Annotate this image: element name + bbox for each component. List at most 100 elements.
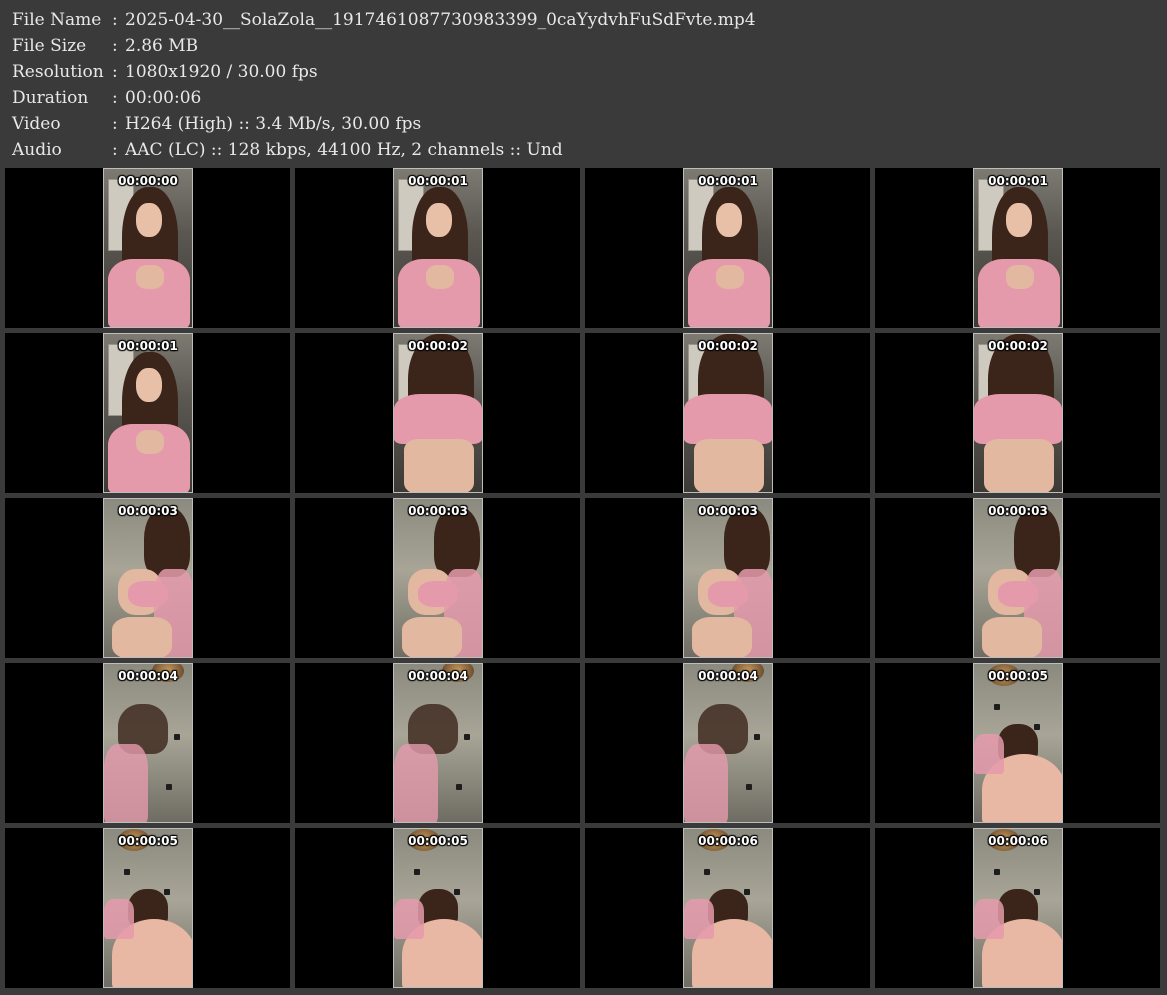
info-key: File Name: [12, 10, 102, 30]
skin-shape: [716, 265, 744, 289]
sleeve-shape: [684, 744, 728, 822]
video-frame-thumbnail: 00:00:04: [103, 663, 193, 823]
frame-timestamp: 00:00:03: [988, 504, 1048, 518]
wall-mark: [754, 734, 760, 740]
face-shape: [716, 203, 742, 237]
video-frame-thumbnail: 00:00:05: [103, 828, 193, 988]
media-info-header: File Name:2025-04-30__SolaZola__19174610…: [0, 0, 1167, 165]
face-shape: [1006, 203, 1032, 237]
video-frame-thumbnail: 00:00:06: [973, 828, 1063, 988]
thumbnail-cell[interactable]: 00:00:01: [585, 168, 870, 328]
thumbnail-cell[interactable]: 00:00:04: [585, 663, 870, 823]
frame-timestamp: 00:00:01: [408, 174, 468, 188]
thumbnail-cell[interactable]: 00:00:02: [585, 333, 870, 493]
thumbnail-cell[interactable]: 00:00:03: [5, 498, 290, 658]
thumbnail-cell[interactable]: 00:00:00: [5, 168, 290, 328]
wall-mark: [994, 704, 1000, 710]
skin-shape: [404, 439, 474, 492]
info-row-file-name: File Name:2025-04-30__SolaZola__19174610…: [12, 7, 756, 33]
video-frame-thumbnail: 00:00:03: [393, 498, 483, 658]
frame-timestamp: 00:00:01: [698, 174, 758, 188]
thumbnail-cell[interactable]: 00:00:01: [875, 168, 1160, 328]
skin-shape: [402, 617, 462, 657]
thumbnail-cell[interactable]: 00:00:04: [295, 663, 580, 823]
thumbnail-cell[interactable]: 00:00:03: [585, 498, 870, 658]
wall-mark: [454, 889, 460, 895]
video-frame-thumbnail: 00:00:01: [683, 168, 773, 328]
sleeve-shape: [394, 744, 438, 822]
skin-shape: [694, 439, 764, 492]
wall-mark: [414, 869, 420, 875]
video-frame-thumbnail: 00:00:01: [393, 168, 483, 328]
wall-mark: [994, 869, 1000, 875]
thumbnail-cell[interactable]: 00:00:03: [295, 498, 580, 658]
frame-timestamp: 00:00:04: [118, 669, 178, 683]
thumbnail-cell[interactable]: 00:00:05: [295, 828, 580, 988]
video-frame-thumbnail: 00:00:02: [683, 333, 773, 493]
frame-timestamp: 00:00:04: [408, 669, 468, 683]
video-frame-thumbnail: 00:00:06: [683, 828, 773, 988]
info-value: 2.86 MB: [125, 36, 199, 56]
info-value: 2025-04-30__SolaZola__191746108773098339…: [125, 10, 756, 30]
info-key: File Size: [12, 36, 87, 56]
info-separator: :: [112, 88, 118, 108]
frame-timestamp: 00:00:05: [118, 834, 178, 848]
thumbnail-cell[interactable]: 00:00:01: [295, 168, 580, 328]
skin-shape: [136, 265, 164, 289]
frame-timestamp: 00:00:01: [118, 339, 178, 353]
thumbnail-cell[interactable]: 00:00:03: [875, 498, 1160, 658]
info-key: Audio: [12, 140, 62, 160]
frame-timestamp: 00:00:02: [698, 339, 758, 353]
skin-shape: [982, 617, 1042, 657]
info-value: 1080x1920 / 30.00 fps: [125, 62, 318, 82]
frame-timestamp: 00:00:04: [698, 669, 758, 683]
frame-timestamp: 00:00:02: [988, 339, 1048, 353]
thumbnail-cell[interactable]: 00:00:05: [5, 828, 290, 988]
sleeve-shape: [104, 744, 148, 822]
wall-mark: [704, 869, 710, 875]
frame-timestamp: 00:00:03: [408, 504, 468, 518]
info-separator: :: [112, 36, 118, 56]
thumbnail-cell[interactable]: 00:00:04: [5, 663, 290, 823]
wall-mark: [456, 784, 462, 790]
wall-mark: [1034, 724, 1040, 730]
sleeve-shape: [974, 734, 1004, 774]
frame-timestamp: 00:00:06: [988, 834, 1048, 848]
video-frame-thumbnail: 00:00:01: [973, 168, 1063, 328]
thumbnail-cell[interactable]: 00:00:02: [295, 333, 580, 493]
thumbnail-cell[interactable]: 00:00:05: [875, 663, 1160, 823]
torso-shape: [974, 394, 1062, 444]
thumbnail-cell[interactable]: 00:00:06: [585, 828, 870, 988]
video-frame-thumbnail: 00:00:05: [393, 828, 483, 988]
info-row-file-size: File Size:2.86 MB: [12, 33, 198, 59]
wall-mark: [164, 889, 170, 895]
skin-shape: [112, 617, 172, 657]
frame-timestamp: 00:00:05: [408, 834, 468, 848]
info-row-audio: Audio: AAC (LC) :: 128 kbps, 44100 Hz, 2 …: [12, 137, 563, 163]
video-frame-thumbnail: 00:00:03: [973, 498, 1063, 658]
thumbnail-cell[interactable]: 00:00:02: [875, 333, 1160, 493]
info-value: 00:00:06: [125, 88, 202, 108]
sleeve-shape: [974, 899, 1004, 939]
info-separator: :: [112, 10, 118, 30]
thumbnail-grid: 00:00:00 00:00:01 00:00:01 00:00:01 00:00:01…: [5, 168, 1162, 990]
thumbnail-cell[interactable]: 00:00:06: [875, 828, 1160, 988]
face-shape: [136, 203, 162, 237]
frame-timestamp: 00:00:01: [988, 174, 1048, 188]
video-frame-thumbnail: 00:00:02: [973, 333, 1063, 493]
info-row-resolution: Resolution:1080x1920 / 30.00 fps: [12, 59, 318, 85]
wall-mark: [174, 734, 180, 740]
video-frame-thumbnail: 00:00:00: [103, 168, 193, 328]
info-value: AAC (LC) :: 128 kbps, 44100 Hz, 2 channe…: [125, 140, 563, 160]
thumbnail-cell[interactable]: 00:00:01: [5, 333, 290, 493]
video-frame-thumbnail: 00:00:04: [393, 663, 483, 823]
face-shape: [426, 203, 452, 237]
sleeve-shape: [684, 899, 714, 939]
face-shape: [136, 368, 162, 402]
info-key: Duration: [12, 88, 89, 108]
wall-mark: [166, 784, 172, 790]
info-row-duration: Duration:00:00:06: [12, 85, 201, 111]
video-frame-thumbnail: 00:00:03: [683, 498, 773, 658]
torso-shape: [394, 394, 482, 444]
video-frame-thumbnail: 00:00:05: [973, 663, 1063, 823]
